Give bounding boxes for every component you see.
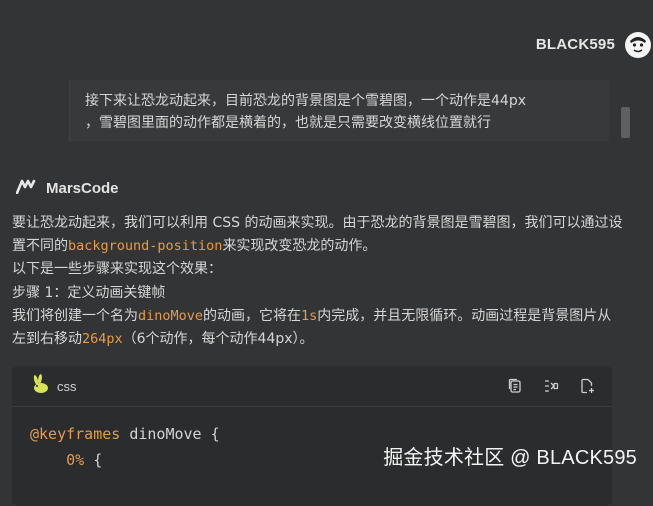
code-toolbar: css [12,366,612,407]
code-block: css @keyframes dinoMove {0% { [12,366,612,506]
code-actions [506,377,596,395]
user-message-line: ，雪碧图里面的动作都是横着的，也就是只需要改变横线位置就行 [85,115,491,131]
code-token-name: dinoMove { [120,425,220,443]
scrollbar-thumb[interactable] [621,107,630,138]
text: 来实现改变恐龙的动作。 [222,238,377,255]
inline-code: dinoMove [138,307,204,324]
assistant-name: MarsCode [46,179,119,197]
face-avatar-icon[interactable] [625,32,651,58]
assistant-header: MarsCode [15,178,119,198]
code-token-selector: 0% [66,451,85,469]
inline-code: 1s [301,307,318,324]
language-label: css [57,378,77,394]
user-header: BLACK595 [535,32,651,58]
inline-code: background-position [68,238,223,255]
text: （6个动作，每个动作44px）。 [122,331,314,348]
code-token-keyword: @keyframes [30,425,121,443]
text: 的动画，它将在 [203,307,302,324]
user-name: BLACK595 [535,36,615,53]
paragraph: 要让恐龙动起来，我们可以利用 CSS 的动画来实现。由于恐龙的背景图是雪碧图，我… [12,212,624,258]
assistant-message: 要让恐龙动起来，我们可以利用 CSS 的动画来实现。由于恐龙的背景图是雪碧图，我… [12,212,624,351]
copy-icon[interactable] [506,377,524,395]
code-token-brace: { [84,451,103,469]
paragraph: 步骤 1：定义动画关键帧 [12,284,166,301]
text: 我们将创建一个名为 [12,307,138,324]
watermark: 掘金技术社区 @ BLACK595 [383,447,637,469]
inline-code: 264px [82,331,123,348]
paragraph: 以下是一些步骤来实现这个效果： [12,261,222,278]
new-file-icon[interactable] [578,377,596,395]
user-message: 接下来让恐龙动起来，目前恐龙的背景图是个雪碧图，一个动作是44px ，雪碧图里面… [69,80,609,141]
paragraph: 我们将创建一个名为dinoMove的动画，它将在1s内完成，并且无限循环。动画过… [12,305,624,351]
user-message-line: 接下来让恐龙动起来，目前恐龙的背景图是个雪碧图，一个动作是44px [85,93,526,109]
marscode-logo-icon [15,178,36,198]
rabbit-icon [28,374,50,398]
insert-icon[interactable] [542,377,560,395]
